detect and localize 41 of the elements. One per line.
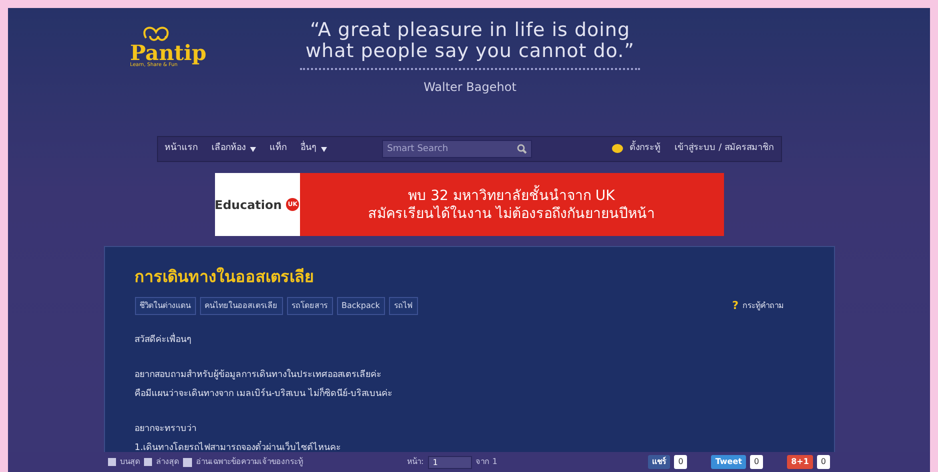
share-count: 0 <box>750 455 764 469</box>
login-link[interactable]: เข้าสู่ระบบ / สมัครสมาชิก <box>668 142 780 156</box>
topic-type-label: กระทู้คำถาม <box>742 300 784 312</box>
nav-link-item[interactable]: เลือกห้อง <box>212 142 246 156</box>
page-label: หน้า: <box>407 456 424 468</box>
ad-text: พบ 32 มหาวิทยาลัยชั้นนำจาก UK <box>300 186 724 204</box>
tag-link[interactable]: Backpack <box>336 297 385 315</box>
question-icon: ? <box>732 298 738 314</box>
tag-link[interactable]: ชีวิตในต่างแดน <box>134 297 196 315</box>
page-number: 1 <box>432 456 438 468</box>
quote-text: “A great pleasure in life is doing what people say you cannot do.” <box>304 20 636 62</box>
tag-link[interactable]: รถโดยสาร <box>286 297 332 315</box>
caret-icon[interactable] <box>320 146 326 152</box>
tag-link[interactable]: คนไทยในออสเตรเลีย <box>200 297 282 315</box>
topic-title: การเดินทางในออสเตรเลีย <box>134 266 314 288</box>
quote-author: Walter Bagehot <box>424 79 516 96</box>
post-text: 1.เดินทางโดยรถไฟสามารถจองตั๋วผ่านเว็บไซต์ไหนคะ <box>134 439 804 458</box>
nav-link-item[interactable]: หน้าแรก <box>164 142 198 156</box>
new-topic-link[interactable]: ตั้งกระทู้ <box>622 142 668 156</box>
page-select[interactable]: 1 <box>428 456 472 468</box>
share-count: 0 <box>816 455 830 469</box>
caret-icon[interactable] <box>250 146 256 152</box>
gplus-share-button[interactable]: 8+1 <box>787 455 813 469</box>
speech-bubble-icon <box>612 144 623 154</box>
ad-brand: Education <box>214 196 282 214</box>
scroll-bottom-link[interactable]: ล่างสุด <box>156 456 179 468</box>
facebook-share-button[interactable]: แชร์ <box>648 455 670 469</box>
nav-link-item[interactable]: อื่นๆ <box>300 142 316 156</box>
scroll-top-link[interactable]: บนสุด <box>120 456 140 468</box>
tag-link[interactable]: รถไฟ <box>388 297 418 315</box>
owner-only-link[interactable]: อ่านเฉพาะข้อความเจ้าของกระทู้ <box>196 456 303 468</box>
nav-link-item[interactable]: แท็ก <box>270 142 286 156</box>
post-text: อยากสอบถามสำหรับผู้ข้อมูลการเดินทางในประเทศออสเตรเลียค่ะ <box>134 368 382 382</box>
post-text: สวัสดีค่ะเพื่อนๆ <box>134 331 804 350</box>
search-field[interactable]: Smart Search <box>382 140 532 158</box>
ad-text: สมัครเรียนได้ในงาน ไม่ต้องรอถึงกันยายนปีหน้า <box>366 204 656 222</box>
share-count: 0 <box>674 455 688 469</box>
post-text: อยากจะทราบว่า <box>134 423 198 436</box>
post-text: คือมีแผนว่าจะเดินทางจาก เมลเบิร์น-บริสเบน ไม่ก็ซิดนีย์-บริสเบนค่ะ <box>134 386 394 401</box>
logo-text[interactable]: Pantip <box>130 42 206 63</box>
page-total: จาก 1 <box>476 456 498 468</box>
